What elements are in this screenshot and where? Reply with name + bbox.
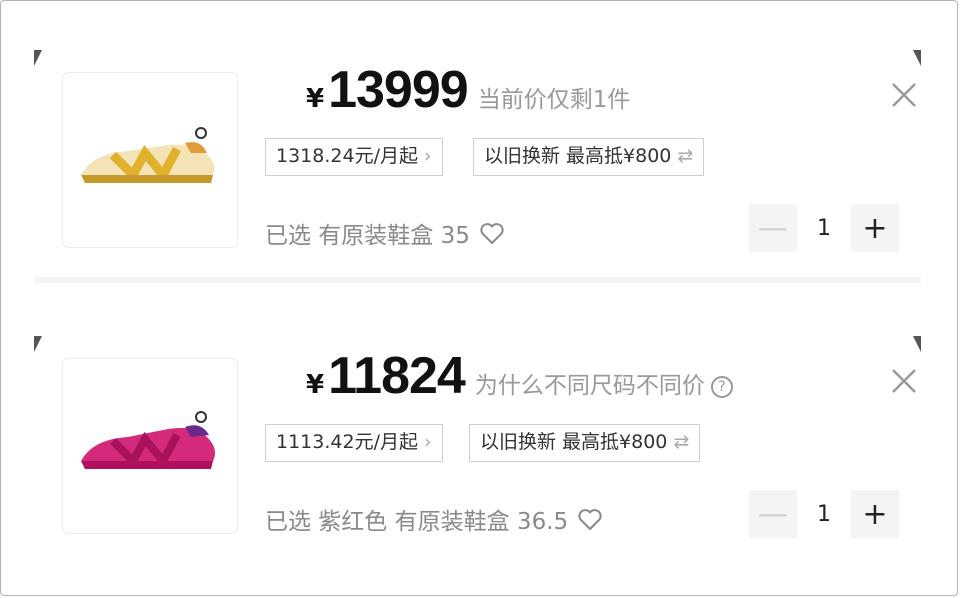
- price-note-label: 为什么不同尺码不同价: [474, 373, 705, 399]
- quantity-stepper: — 1 +: [749, 490, 899, 538]
- currency-symbol: ¥: [306, 370, 325, 400]
- heart-icon[interactable]: [577, 508, 603, 532]
- selected-spec[interactable]: 已选 有原装鞋盒 35: [265, 216, 505, 250]
- chevron-right-icon: ›: [423, 145, 432, 167]
- sneaker-yellow-icon: [81, 127, 215, 184]
- heart-icon[interactable]: [479, 222, 505, 246]
- quantity-value[interactable]: 1: [797, 216, 851, 241]
- close-icon[interactable]: [887, 78, 921, 112]
- price-amount: 11824: [328, 347, 466, 405]
- installment-tag[interactable]: 1318.24元/月起 ›: [265, 138, 443, 176]
- price-amount: 13999: [328, 61, 469, 119]
- sneaker-magenta-icon: [81, 411, 215, 469]
- corner-marker-left: [34, 336, 42, 352]
- decrease-button[interactable]: —: [749, 490, 797, 538]
- trade-in-label: 以旧换新 最高抵¥800: [480, 431, 668, 453]
- chevron-right-icon: ›: [423, 431, 432, 453]
- cart-item-2: ¥ 11824 为什么不同尺码不同价? 1113.42元/月起 › 以旧换新 最高…: [34, 334, 921, 580]
- increase-button[interactable]: +: [851, 490, 899, 538]
- quantity-stepper: — 1 +: [749, 204, 899, 252]
- decrease-button[interactable]: —: [749, 204, 797, 252]
- trade-in-label: 以旧换新 最高抵¥800: [484, 145, 672, 167]
- product-image[interactable]: [62, 358, 238, 534]
- selected-spec[interactable]: 已选 紫红色 有原装鞋盒 36.5: [265, 502, 603, 536]
- installment-tag[interactable]: 1113.42元/月起 ›: [265, 424, 443, 462]
- price-row: ¥ 13999 当前价仅剩1件: [306, 60, 630, 120]
- currency-symbol: ¥: [306, 84, 325, 114]
- swap-icon: ⇄: [677, 145, 694, 167]
- cart-item-1: ¥ 13999 当前价仅剩1件 1318.24元/月起 › 以旧换新 最高抵¥80…: [34, 48, 921, 294]
- corner-marker-right: [913, 50, 921, 66]
- corner-marker-left: [34, 50, 42, 66]
- close-icon[interactable]: [887, 364, 921, 398]
- price-note: 当前价仅剩1件: [477, 87, 631, 113]
- question-icon[interactable]: ?: [710, 376, 733, 398]
- increase-button[interactable]: +: [851, 204, 899, 252]
- trade-in-tag[interactable]: 以旧换新 最高抵¥800 ⇄: [469, 424, 701, 462]
- swap-icon: ⇄: [673, 431, 690, 453]
- trade-in-tag[interactable]: 以旧换新 最高抵¥800 ⇄: [473, 138, 705, 176]
- divider: [34, 277, 921, 283]
- price-row: ¥ 11824 为什么不同尺码不同价?: [306, 346, 733, 406]
- quantity-value[interactable]: 1: [797, 502, 851, 527]
- installment-label: 1318.24元/月起: [276, 145, 418, 167]
- price-note[interactable]: 为什么不同尺码不同价?: [475, 366, 733, 400]
- installment-label: 1113.42元/月起: [276, 431, 418, 453]
- product-image[interactable]: [62, 72, 238, 248]
- selected-spec-label: 已选 有原装鞋盒 35: [265, 223, 470, 249]
- corner-marker-right: [913, 336, 921, 352]
- selected-spec-label: 已选 紫红色 有原装鞋盒 36.5: [265, 509, 569, 535]
